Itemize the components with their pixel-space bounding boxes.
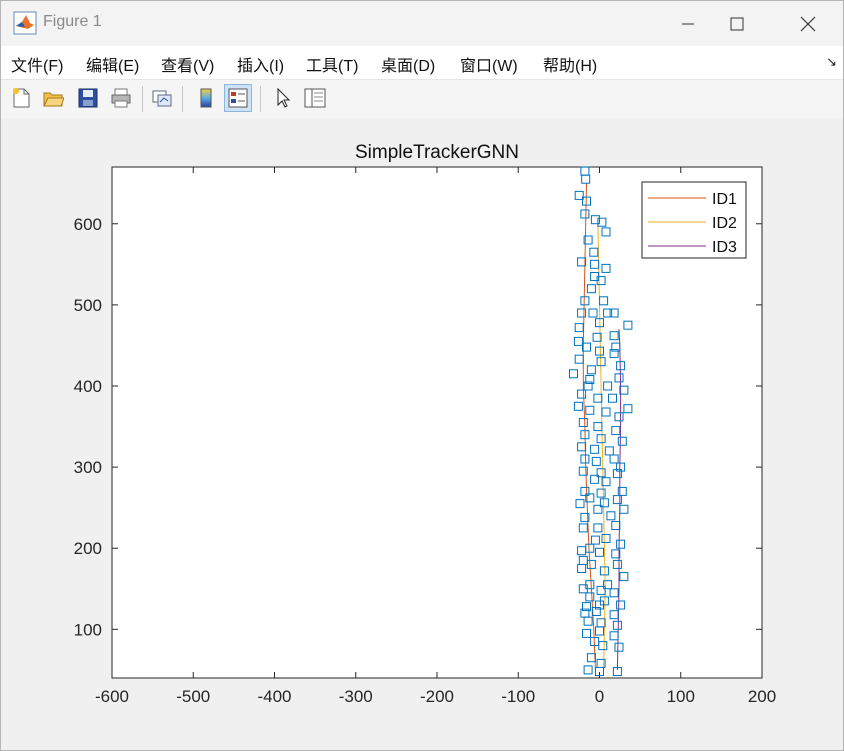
- insert-colorbar-button[interactable]: [192, 84, 220, 112]
- y-tick-label: 300: [74, 458, 102, 477]
- chart-title: SimpleTrackerGNN: [355, 142, 519, 163]
- toolbar-separator: [260, 86, 261, 112]
- edit-plot-arrow-icon: [277, 87, 291, 108]
- menu-window[interactable]: 窗口(W): [460, 52, 518, 76]
- menu-desktop[interactable]: 桌面(D): [381, 52, 435, 76]
- x-tick-label: -500: [176, 687, 210, 706]
- menu-edit[interactable]: 编辑(E): [86, 52, 139, 76]
- save-icon: [78, 88, 98, 108]
- open-file-icon: [43, 92, 64, 107]
- property-inspector-icon: [304, 88, 326, 108]
- menu-help[interactable]: 帮助(H): [543, 52, 597, 76]
- title-bar: Figure 1: [1, 1, 843, 46]
- print-icon: [111, 88, 131, 108]
- x-tick-label: 0: [595, 687, 604, 706]
- toolbar: [1, 79, 843, 119]
- x-tick-label: -200: [420, 687, 454, 706]
- window-title: Figure 1: [43, 13, 102, 30]
- link-plot-icon: [152, 90, 172, 107]
- minimize-icon: [682, 23, 694, 24]
- toolbar-separator: [182, 86, 183, 112]
- property-inspector-button[interactable]: [301, 84, 329, 112]
- figure-window: Figure 1 文件(F) 编辑(E) 查看(V) 插入(I) 工具(T) 桌…: [0, 0, 844, 751]
- menu-bar: 文件(F) 编辑(E) 查看(V) 插入(I) 工具(T) 桌面(D) 窗口(W…: [1, 46, 843, 79]
- new-figure-icon: [13, 88, 30, 108]
- new-figure-button[interactable]: [7, 84, 35, 112]
- x-tick-label: -300: [339, 687, 373, 706]
- matlab-logo-icon: [13, 11, 37, 35]
- menu-tools[interactable]: 工具(T): [306, 52, 358, 76]
- insert-colorbar-icon: [200, 88, 212, 108]
- y-tick-label: 200: [74, 539, 102, 558]
- save-button[interactable]: [74, 84, 102, 112]
- insert-legend-icon: [228, 88, 248, 108]
- dock-arrow-icon[interactable]: ↘: [826, 54, 837, 70]
- edit-plot-button[interactable]: [269, 84, 297, 112]
- x-tick-label: -400: [257, 687, 291, 706]
- x-tick-label: 100: [667, 687, 695, 706]
- link-plot-button[interactable]: [148, 84, 176, 112]
- print-button[interactable]: [107, 84, 135, 112]
- legend-label-id3: ID3: [712, 239, 737, 256]
- close-button[interactable]: [785, 1, 831, 46]
- legend-label-id1: ID1: [712, 191, 737, 208]
- y-tick-label: 500: [74, 296, 102, 315]
- y-tick-label: 600: [74, 215, 102, 234]
- x-tick-label: 200: [748, 687, 776, 706]
- minimize-button[interactable]: [665, 1, 711, 46]
- legend-label-id2: ID2: [712, 215, 737, 232]
- toolbar-separator: [142, 86, 143, 112]
- menu-view[interactable]: 查看(V): [161, 52, 214, 76]
- maximize-button[interactable]: [714, 1, 760, 46]
- y-tick-label: 100: [74, 620, 102, 639]
- close-icon: [800, 16, 816, 31]
- x-tick-label: -600: [95, 687, 129, 706]
- insert-legend-button[interactable]: [224, 84, 252, 112]
- chart: SimpleTrackerGNN -600 -500 -400 -300 -200 -100…: [74, 142, 777, 706]
- maximize-icon: [730, 17, 744, 30]
- menu-insert[interactable]: 插入(I): [237, 52, 284, 76]
- y-tick-label: 400: [74, 377, 102, 396]
- open-file-button[interactable]: [39, 84, 67, 112]
- figure-canvas: SimpleTrackerGNN -600 -500 -400 -300 -200 -100…: [1, 118, 843, 750]
- menu-file[interactable]: 文件(F): [11, 52, 63, 76]
- x-tick-label: -100: [501, 687, 535, 706]
